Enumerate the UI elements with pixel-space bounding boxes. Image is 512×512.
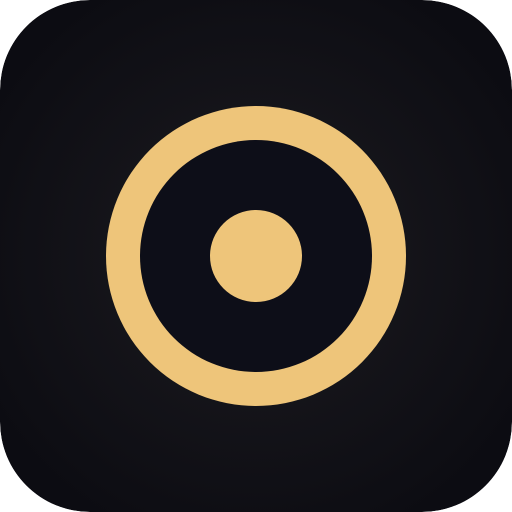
center-gold-dot bbox=[210, 210, 302, 302]
app-icon[interactable] bbox=[0, 0, 512, 512]
target-icon bbox=[0, 0, 512, 512]
